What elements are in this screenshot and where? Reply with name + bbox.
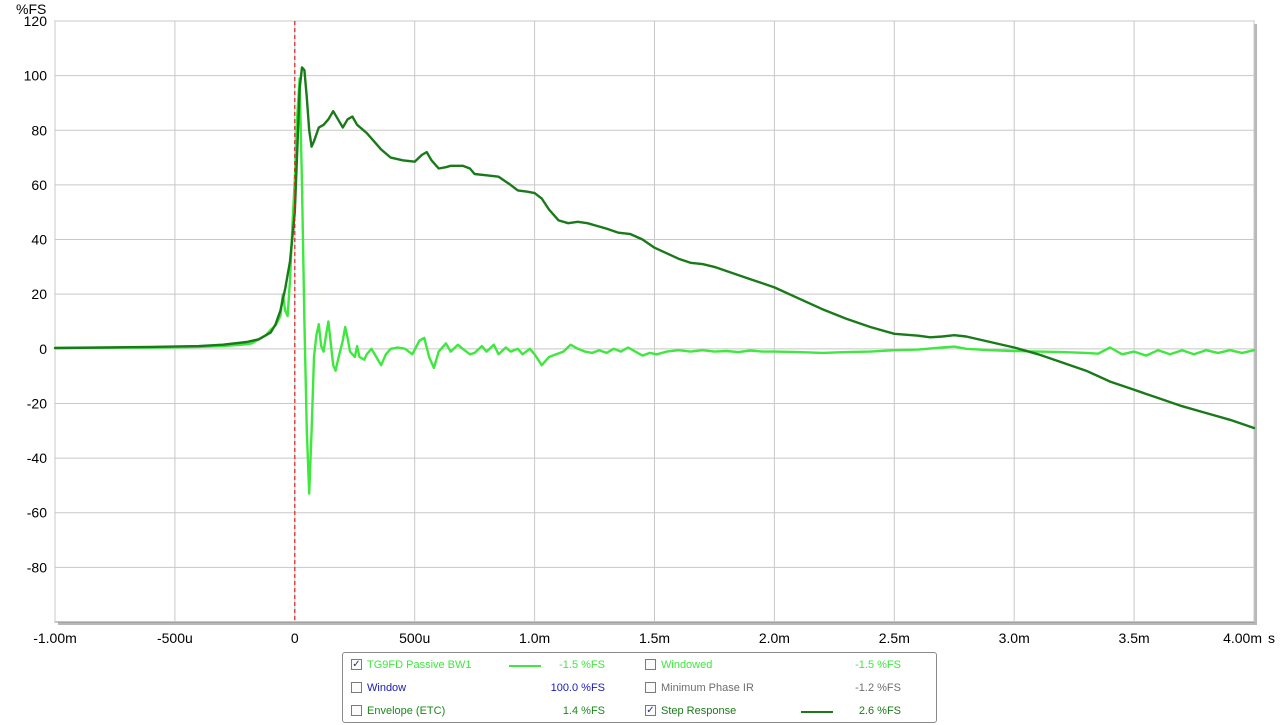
x-tick-label: 2.5m [879,630,910,646]
checkbox[interactable] [645,682,656,693]
legend-label: Windowed [661,659,713,671]
y-tick-label: 100 [24,68,48,84]
legend-label: Envelope (ETC) [367,705,446,717]
legend-value: -1.5 %FS [559,659,605,671]
y-tick-label: 80 [31,122,47,138]
legend-value: 2.6 %FS [858,705,901,717]
y-tick-label: -20 [27,395,47,411]
legend-label: Minimum Phase IR [661,682,754,694]
legend-item-window[interactable]: Window 100.0 %FS [351,680,631,696]
legend-value: 1.4 %FS [562,705,605,717]
x-tick-label: 4.00m [1223,630,1262,646]
x-tick-label: 0 [291,630,299,646]
checkbox[interactable]: ✓ [645,705,656,716]
x-tick-label: 1.0m [519,630,550,646]
legend-value: -1.2 %FS [855,682,901,694]
legend-label: TG9FD Passive BW1 [367,659,472,671]
checkbox[interactable]: ✓ [351,659,362,670]
y-tick-label: -80 [27,559,47,575]
y-tick-label: -60 [27,505,47,521]
checkbox[interactable] [645,659,656,670]
grid [54,20,1257,625]
y-tick-label: 20 [31,286,47,302]
checkbox[interactable] [351,705,362,716]
legend-item-tg9fd[interactable]: ✓ TG9FD Passive BW1 -1.5 %FS [351,657,631,673]
x-tick-label: 500u [399,630,430,646]
y-tick-label: -40 [27,450,47,466]
legend-item-minimum-phase-ir[interactable]: Minimum Phase IR -1.2 %FS [645,680,925,696]
y-tick-label: 60 [31,177,47,193]
y-tick-label: 0 [39,341,47,357]
legend-value: -1.5 %FS [855,659,901,671]
legend-item-windowed[interactable]: Windowed -1.5 %FS [645,657,925,673]
x-axis-unit: s [1268,630,1275,646]
x-tick-label: -500u [157,630,193,646]
legend-value: 100.0 %FS [550,682,605,694]
x-tick-label: -1.00m [33,630,77,646]
x-tick-label: 3.0m [999,630,1030,646]
x-ticks: -1.00m -500u 0 500u 1.0m 1.5m 2.0m 2.5m 3.0m 3.5m… [33,630,1262,646]
x-tick-label: 1.5m [639,630,670,646]
legend-item-step-response[interactable]: ✓ Step Response 2.6 %FS [645,703,925,719]
legend-line-swatch [801,711,833,713]
legend-item-envelope-etc[interactable]: Envelope (ETC) 1.4 %FS [351,703,631,719]
y-tick-label: 40 [31,232,47,248]
chart: %FS s 120100806040200-20-40-60-80 -1.00m… [16,1,1275,646]
x-tick-label: 2.0m [759,630,790,646]
legend: ✓ TG9FD Passive BW1 -1.5 %FS Windowed -1… [342,652,937,723]
y-ticks: 120 100 80 60 40 20 0 -20 -40 -60 -80 [24,13,48,575]
legend-label: Window [367,682,407,694]
checkbox[interactable] [351,682,362,693]
x-tick-label: 3.5m [1119,630,1150,646]
legend-label: Step Response [661,705,737,717]
y-tick-label: 120 [24,13,48,29]
